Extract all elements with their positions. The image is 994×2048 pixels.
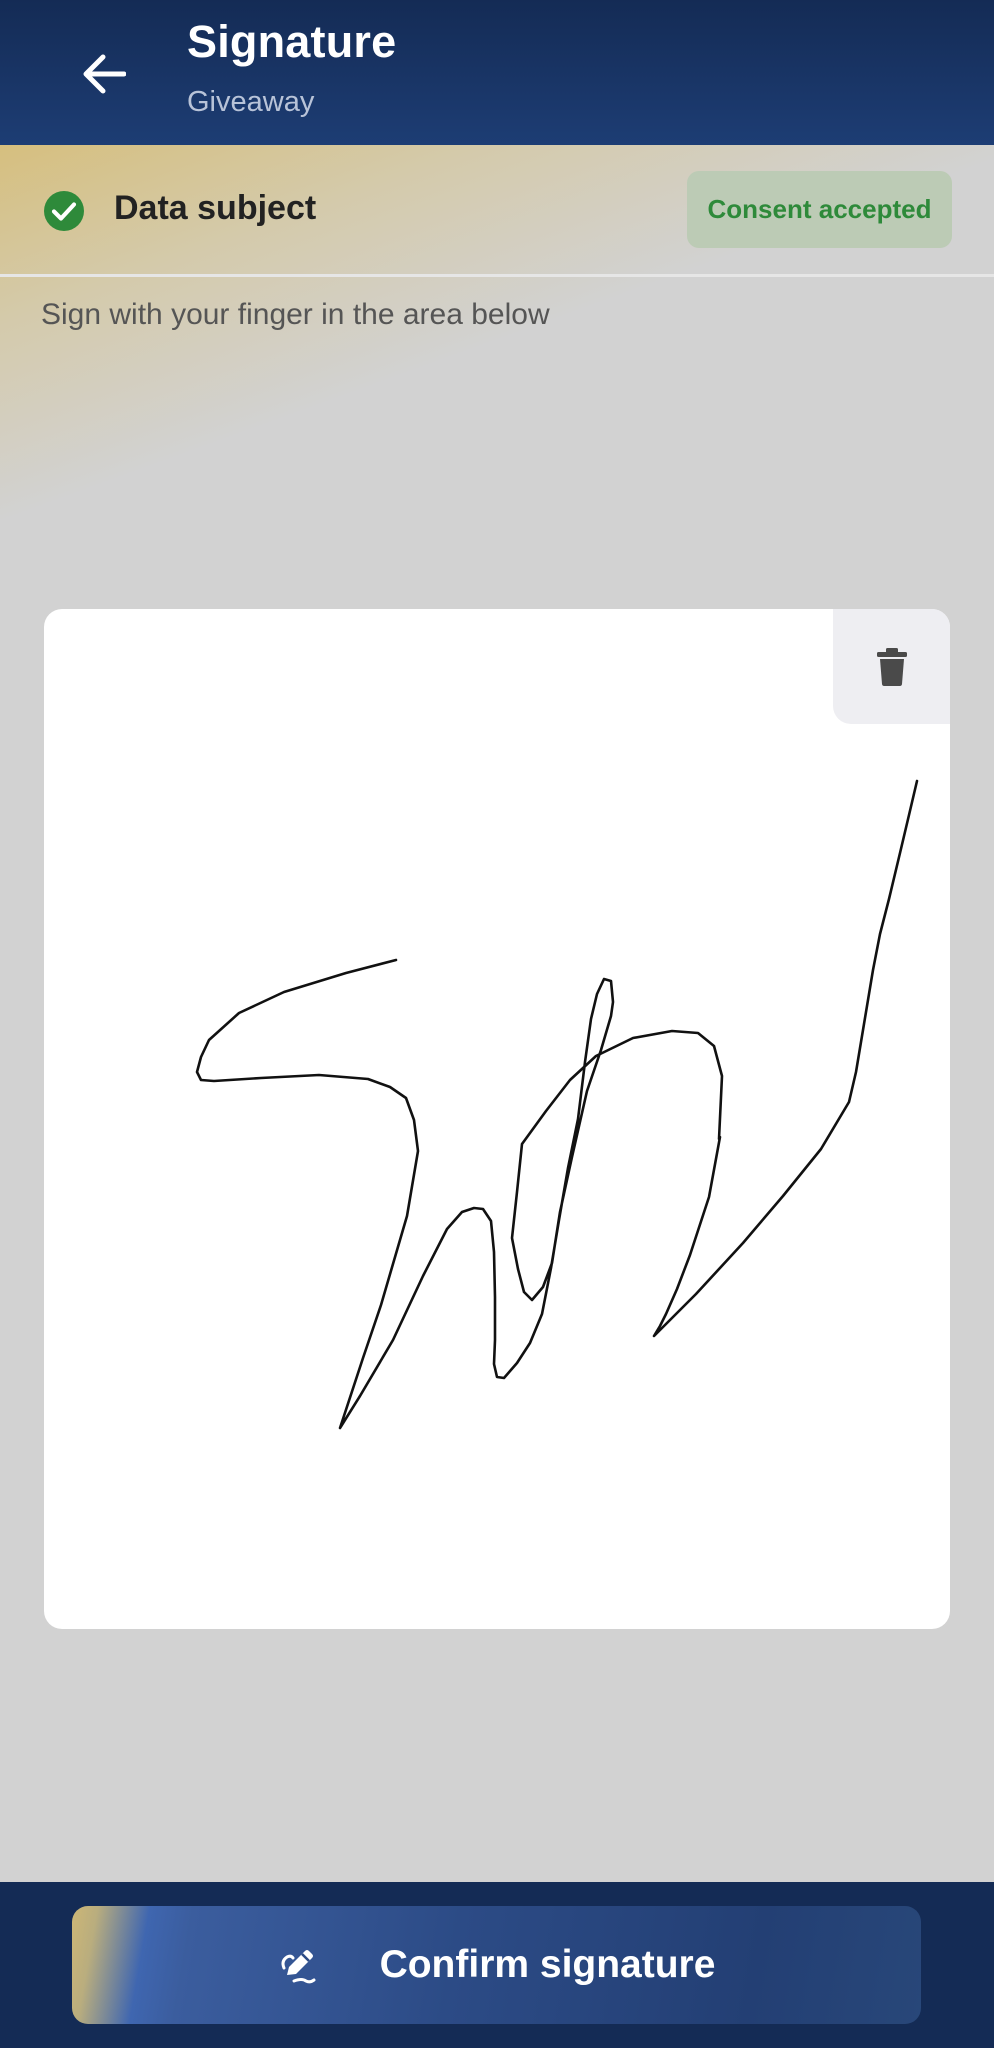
signature-instruction: Sign with your finger in the area below bbox=[41, 298, 550, 331]
data-subject-label: Data subject bbox=[114, 189, 317, 227]
arrow-left-icon bbox=[83, 54, 126, 94]
data-subject-row: Data subject Consent accepted bbox=[0, 145, 994, 275]
confirm-signature-button[interactable]: Confirm signature bbox=[72, 1906, 921, 2024]
confirm-button-content: Confirm signature bbox=[278, 1943, 716, 1987]
bottom-action-bar: Confirm signature bbox=[0, 1882, 994, 2048]
signature-pad[interactable] bbox=[44, 609, 950, 1629]
app-screen: Signature Giveaway Data subject Consent … bbox=[0, 0, 994, 2048]
divider bbox=[0, 274, 994, 277]
confirm-signature-label: Confirm signature bbox=[379, 1943, 716, 1986]
page-title: Signature bbox=[187, 16, 397, 67]
trash-icon bbox=[876, 647, 907, 686]
signature-stroke bbox=[195, 779, 919, 1430]
back-button[interactable] bbox=[64, 38, 144, 110]
check-circle-icon bbox=[44, 191, 84, 231]
consent-status-badge: Consent accepted bbox=[687, 171, 952, 248]
signature-pen-icon bbox=[281, 1950, 316, 1984]
top-app-bar: Signature Giveaway bbox=[0, 0, 994, 145]
page-subtitle: Giveaway bbox=[187, 86, 315, 118]
clear-signature-button[interactable] bbox=[833, 609, 950, 724]
